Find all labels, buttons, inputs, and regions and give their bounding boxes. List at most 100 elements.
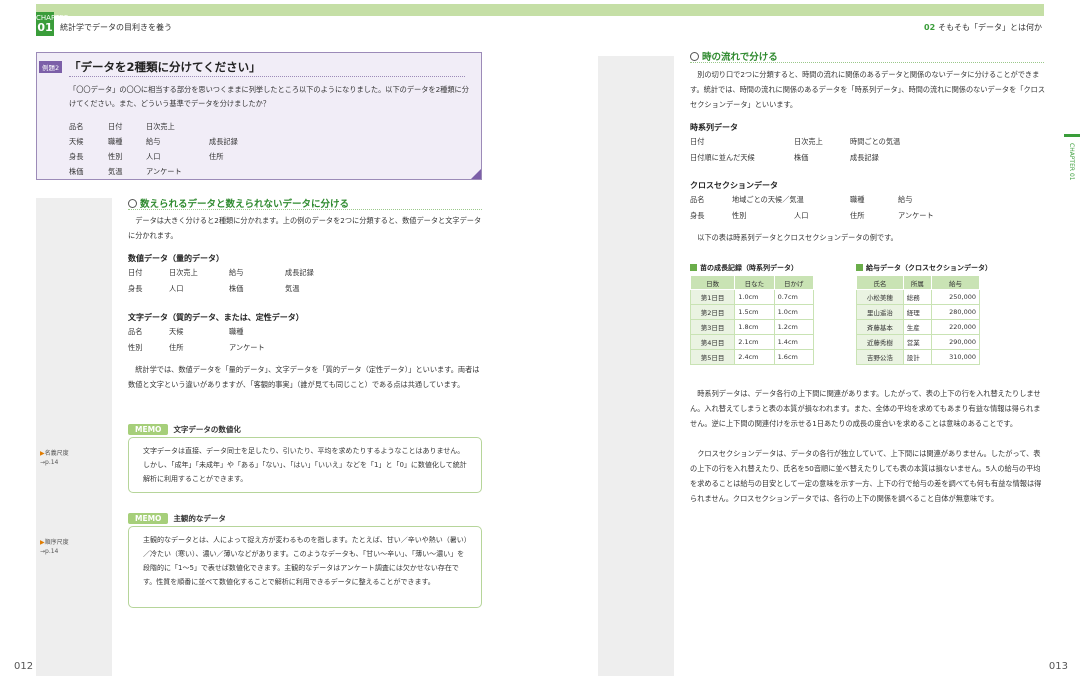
list-cell: 性別	[732, 211, 747, 220]
body-paragraph: クロスセクションデータは、データの各行が独立していて、上下間には関連がありません…	[690, 449, 1042, 503]
table-row: 第1日目 1.0cm 0.7cm	[689, 289, 815, 305]
time-series-list: 日付 日次売上 時間ごとの気温 日付順に並んだ天候 株価 成長記録	[690, 134, 900, 166]
running-header: 02 そもそも「データ」とは何か	[924, 22, 1042, 33]
side-note: ▶順序尺度 →p.14	[40, 539, 69, 555]
grid-row: 天候 職種 給与 成長記録	[69, 134, 289, 149]
table-cell: 250,000	[931, 289, 980, 305]
table-cell: 290,000	[931, 334, 980, 350]
memo-box: 主観的なデータとは、人によって捉え方が変わるものを指します。たとえば、甘い／辛い…	[128, 526, 482, 608]
table-cell: 1.4cm	[773, 334, 815, 350]
list-row: 日付 日次売上 時間ごとの気温	[690, 134, 900, 150]
list-cell: 成長記録	[850, 153, 879, 162]
table-row: 第3日目 1.8cm 1.2cm	[689, 319, 815, 335]
table-header-row: 氏名 所属 給与	[856, 275, 980, 290]
table-cell: 生産	[902, 319, 933, 335]
section-heading: 時の流れで分ける	[690, 49, 778, 63]
list-row: 品名 天候 職種	[128, 324, 265, 340]
memo-box: 文字データは直接、データ同士を足したり、引いたり、平均を求めたりするようなことは…	[128, 437, 482, 493]
running-header: 統計学でデータの目利きを養う	[60, 23, 172, 32]
memo-label: MEMO 文字データの数値化	[128, 424, 241, 436]
table-cell: 第4日目	[689, 334, 736, 350]
square-bullet-icon	[856, 264, 863, 271]
table-row: 第2日目 1.5cm 1.0cm	[689, 304, 815, 320]
body-paragraph: データは大きく分けると2種類に分かれます。上の例のデータを2つに分類すると、数値…	[128, 216, 482, 240]
growth-table: 日数 日なた 日かげ 第1日目 1.0cm 0.7cm 第2日目 1.5cm 1.0cm 第…	[689, 275, 815, 365]
column-header: 日かげ	[773, 275, 815, 290]
body-paragraph: 統計学では、数値データを「量的データ」、文字データを「質的データ（定性データ）」…	[128, 365, 480, 389]
table-cell: 第3日目	[689, 319, 736, 335]
subheading-numeric: 数値データ（量的データ）	[128, 254, 224, 263]
table-cell: 0.7cm	[773, 289, 815, 305]
list-cell: 職種	[229, 327, 244, 336]
list-cell: 品名	[690, 195, 705, 204]
grid-cell: 性別	[108, 152, 123, 161]
side-note: ▶名義尺度 →p.14	[40, 450, 69, 466]
margin-strip	[598, 56, 674, 676]
table-cell: 第1日目	[689, 289, 736, 305]
grid-cell: 株価	[69, 167, 84, 176]
example-text: 「〇〇データ」の〇〇に相当する部分を思いつくままに列挙したところ以下のようになり…	[69, 85, 469, 108]
list-cell: 成長記録	[285, 268, 314, 277]
list-cell: 人口	[794, 211, 809, 220]
grid-cell: 給与	[146, 137, 161, 146]
table-cell: 斉藤基本	[856, 319, 904, 335]
table-cell: 310,000	[931, 349, 980, 365]
grid-cell: 成長記録	[209, 137, 238, 146]
list-row: 日付順に並んだ天候 株価 成長記録	[690, 150, 900, 166]
table-cell: 第5日目	[689, 349, 736, 365]
list-cell: 株価	[229, 284, 244, 293]
table-cell: 2.1cm	[734, 334, 775, 350]
list-cell: 日付	[128, 268, 143, 277]
list-cell: 住所	[850, 211, 865, 220]
top-color-bar	[540, 4, 1044, 16]
table-cell: 総務	[902, 289, 933, 305]
list-row: 身長 人口 株価 気温	[128, 281, 314, 297]
grid-cell	[209, 164, 289, 179]
table-cell: 1.2cm	[773, 319, 815, 335]
table-cell: 経理	[902, 304, 933, 320]
table-cell: 里山遥治	[856, 304, 904, 320]
column-header: 所属	[902, 275, 933, 290]
list-cell: 時間ごとの気温	[850, 137, 901, 146]
list-cell: 性別	[128, 343, 143, 352]
list-cell: アンケート	[229, 343, 265, 352]
grid-cell: 日付	[108, 122, 123, 131]
memo-title: 主観的なデータ	[173, 514, 226, 523]
table-cell: 吉野公浩	[856, 349, 904, 365]
memo-tag: MEMO	[128, 513, 169, 524]
table-row: 小松美穂 総務 250,000	[856, 289, 980, 305]
table-cell: 1.0cm	[734, 289, 775, 305]
magnifier-icon	[128, 199, 137, 208]
grid-cell: 職種	[108, 137, 123, 146]
table-row: 第5日目 2.4cm 1.6cm	[689, 349, 815, 365]
table-cell: 2.4cm	[734, 349, 775, 365]
salary-table: 氏名 所属 給与 小松美穂 総務 250,000 里山遥治 経理 280,000 斉藤基本生…	[856, 275, 980, 365]
column-header: 氏名	[856, 275, 904, 290]
list-row: 品名 地域ごとの天候／気温 職種 給与	[690, 192, 934, 208]
page-number: 013	[1048, 661, 1068, 672]
list-cell: 身長	[128, 284, 143, 293]
square-bullet-icon	[690, 264, 697, 271]
page-ref-link[interactable]: →p.14	[40, 459, 58, 466]
list-cell: 住所	[169, 343, 184, 352]
grid-row: 品名 日付 日次売上	[69, 119, 289, 134]
cross-section-list: 品名 地域ごとの天候／気温 職種 給与 身長 性別 人口 住所 アンケート	[690, 192, 934, 224]
subheading-time-series: 時系列データ	[690, 123, 738, 132]
right-page: 02 そもそも「データ」とは何か CHAPTER 01 時の流れで分ける 別の切り…	[540, 0, 1080, 676]
memo-tag: MEMO	[128, 424, 169, 435]
grid-cell: 品名	[69, 122, 84, 131]
table-cell: 1.8cm	[734, 319, 775, 335]
list-cell: 日付順に並んだ天候	[690, 153, 755, 162]
page-ref-link[interactable]: →p.14	[40, 548, 58, 555]
list-cell: 日付	[690, 137, 705, 146]
grid-cell: 天候	[69, 137, 84, 146]
table-cell: 1.5cm	[734, 304, 775, 320]
table-cell: 1.0cm	[773, 304, 815, 320]
example-box: 例題2 「データを2種類に分けてください」 「〇〇データ」の〇〇に相当する部分を…	[36, 52, 482, 180]
list-cell: アンケート	[898, 211, 934, 220]
grid-cell: 人口	[146, 152, 161, 161]
grid-cell: アンケート	[146, 167, 182, 176]
table-cell: 第2日目	[689, 304, 736, 320]
example-title: 「データを2種類に分けてください」	[69, 60, 261, 74]
memo-text: 主観的なデータとは、人によって捉え方が変わるものを指します。たとえば、甘い／辛い…	[143, 536, 468, 586]
